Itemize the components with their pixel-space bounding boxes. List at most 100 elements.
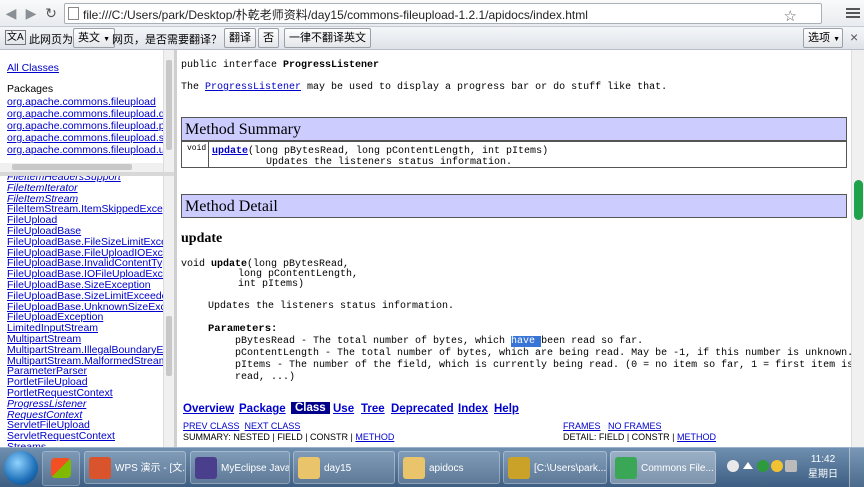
nav-index[interactable]: Index bbox=[458, 403, 488, 415]
progresslistener-link[interactable]: ProgressListener bbox=[205, 82, 301, 93]
scroll-thumb[interactable] bbox=[12, 164, 132, 170]
taskbar-window-label: day15 bbox=[324, 463, 352, 474]
translate-prefix: 此网页为 bbox=[29, 34, 73, 46]
interface-name: ProgressListener bbox=[283, 60, 380, 71]
url-text: file:///C:/Users/park/Desktop/朴乾老师资料/day… bbox=[83, 8, 588, 22]
app-icon bbox=[298, 457, 320, 479]
class-frame-vscrollbar[interactable] bbox=[163, 176, 174, 447]
package-frame-hscrollbar[interactable] bbox=[0, 163, 163, 172]
forward-button[interactable]: ▶ bbox=[22, 4, 40, 22]
never-translate-button[interactable]: 一律不翻译英文 bbox=[284, 28, 371, 48]
prev-class-link[interactable]: PREV CLASS bbox=[183, 421, 240, 431]
translate-question: 网页，是否需要翻译？ bbox=[112, 34, 222, 46]
frames-link[interactable]: FRAMES bbox=[563, 421, 601, 431]
taskbar-window-label: [C:\Users\park... bbox=[534, 463, 607, 474]
class-doc-frame: public interface ProgressListener The Pr… bbox=[177, 50, 851, 447]
close-icon[interactable]: × bbox=[850, 29, 858, 45]
app-icon bbox=[195, 457, 217, 479]
param-pcontentlength: pContentLength - The total number of byt… bbox=[235, 348, 851, 359]
app-icon bbox=[508, 457, 530, 479]
method-summary-table: void update(long pBytesRead, long pConte… bbox=[181, 141, 847, 168]
nav-package[interactable]: Package bbox=[239, 403, 286, 415]
app-icon bbox=[615, 457, 637, 479]
nav-tree[interactable]: Tree bbox=[361, 403, 385, 415]
package-frame-vscrollbar[interactable] bbox=[163, 50, 174, 172]
summary-links: SUMMARY: NESTED | FIELD | CONSTR | METHO… bbox=[183, 432, 395, 442]
main-frame-vscrollbar[interactable] bbox=[851, 50, 864, 447]
param-pitems-cont: read, ...) bbox=[235, 372, 296, 383]
no-frames-link[interactable]: NO FRAMES bbox=[608, 421, 662, 431]
package-list-frame: All Classes Packages org.apache.commons.… bbox=[0, 50, 163, 170]
selected-text: have bbox=[511, 336, 542, 347]
class-nav-links: PREV CLASS NEXT CLASS bbox=[183, 421, 300, 431]
reload-button[interactable]: ↻ bbox=[42, 4, 60, 22]
method-name-heading: update bbox=[181, 231, 223, 246]
browser-toolbar: ◀ ▶ ↻ file:///C:/Users/park/Desktop/朴乾老师… bbox=[0, 0, 864, 27]
summary-signature: update(long pBytesRead, long pContentLen… bbox=[212, 146, 549, 157]
package-link[interactable]: org.apache.commons.fileupload.disk bbox=[7, 108, 163, 120]
address-bar[interactable]: file:///C:/Users/park/Desktop/朴乾老师资料/day… bbox=[64, 3, 822, 25]
nav-use[interactable]: Use bbox=[333, 403, 354, 415]
taskbar-window-label: apidocs bbox=[429, 463, 464, 474]
param-pitems: pItems - The number of the field, which … bbox=[235, 360, 851, 371]
dropdown-arrow-icon: ▼ bbox=[833, 36, 840, 43]
taskbar-window-button[interactable]: MyEclipse Java... bbox=[190, 451, 290, 484]
detail-method-link[interactable]: METHOD bbox=[677, 432, 716, 442]
summary-description: Updates the listeners status information… bbox=[266, 157, 513, 168]
bookmark-star-icon[interactable]: ☆ bbox=[784, 7, 797, 25]
settings-menu-icon[interactable] bbox=[846, 6, 860, 20]
taskbar-window-label: Commons File... bbox=[641, 463, 714, 474]
summary-return-type: void bbox=[187, 144, 207, 153]
param-pbytesread: pBytesRead - The total number of bytes, … bbox=[235, 336, 644, 347]
method-detail-heading: Method Detail bbox=[181, 194, 847, 218]
taskbar-window-button[interactable]: [C:\Users\park... bbox=[503, 451, 607, 484]
method-summary-heading: Method Summary bbox=[181, 117, 847, 141]
scroll-thumb[interactable] bbox=[854, 180, 863, 220]
scroll-thumb[interactable] bbox=[166, 60, 172, 150]
options-button[interactable]: 选项 ▼ bbox=[803, 28, 843, 48]
tray-icon[interactable] bbox=[727, 460, 739, 472]
page-icon bbox=[68, 7, 79, 20]
taskbar-window-button[interactable]: day15 bbox=[293, 451, 395, 484]
show-desktop-button[interactable] bbox=[849, 448, 864, 487]
scroll-thumb[interactable] bbox=[166, 316, 172, 376]
package-link[interactable]: org.apache.commons.fileupload.util bbox=[7, 144, 163, 156]
nav-deprecated[interactable]: Deprecated bbox=[391, 403, 454, 415]
tray-expand-icon[interactable] bbox=[743, 462, 753, 469]
package-link[interactable]: org.apache.commons.fileupload.portlet bbox=[7, 120, 163, 132]
clock-time: 11:42 bbox=[810, 454, 836, 465]
system-clock[interactable]: 11:42 星期日 bbox=[808, 452, 838, 482]
network-icon[interactable] bbox=[785, 460, 797, 472]
taskbar-window-button[interactable]: WPS 演示 - [文... bbox=[84, 451, 186, 484]
reload-icon: ↻ bbox=[45, 5, 57, 21]
nav-help[interactable]: Help bbox=[494, 403, 519, 415]
method-description: Updates the listeners status information… bbox=[208, 301, 455, 312]
packages-label: Packages bbox=[7, 83, 54, 95]
start-button[interactable] bbox=[4, 451, 38, 485]
forward-arrow-icon: ▶ bbox=[25, 5, 37, 21]
package-link[interactable]: org.apache.commons.fileupload bbox=[7, 96, 156, 108]
pinned-app[interactable] bbox=[42, 451, 80, 486]
all-classes-link[interactable]: All Classes bbox=[7, 62, 59, 74]
summary-method-link[interactable]: METHOD bbox=[355, 432, 394, 442]
back-button[interactable]: ◀ bbox=[2, 4, 20, 22]
next-class-link[interactable]: NEXT CLASS bbox=[245, 421, 301, 431]
detail-links: DETAIL: FIELD | CONSTR | METHOD bbox=[563, 432, 717, 442]
tray-icon[interactable] bbox=[771, 460, 783, 472]
taskbar-window-button[interactable]: Commons File... bbox=[610, 451, 716, 484]
package-link[interactable]: org.apache.commons.fileupload.servlet bbox=[7, 132, 163, 144]
app-icon bbox=[403, 457, 425, 479]
translate-infobar: 文A 此网页为 英文 ▼ 网页，是否需要翻译？ 翻译 否 一律不翻译英文 选项 … bbox=[0, 27, 864, 50]
tray-icon[interactable] bbox=[757, 460, 769, 472]
taskbar-window-button[interactable]: apidocs bbox=[398, 451, 500, 484]
no-button[interactable]: 否 bbox=[258, 28, 279, 48]
language-select[interactable]: 英文 ▼ bbox=[73, 28, 115, 48]
app-icon bbox=[89, 457, 111, 479]
nav-overview[interactable]: Overview bbox=[183, 403, 234, 415]
frames-links: FRAMES NO FRAMES bbox=[563, 421, 662, 431]
translate-button[interactable]: 翻译 bbox=[224, 28, 256, 48]
update-method-link[interactable]: update bbox=[212, 146, 248, 157]
interface-declaration: public interface ProgressListener bbox=[181, 60, 380, 71]
app-icon bbox=[51, 458, 71, 478]
windows-taskbar: WPS 演示 - [文... MyEclipse Java... day15 apid… bbox=[0, 447, 864, 487]
